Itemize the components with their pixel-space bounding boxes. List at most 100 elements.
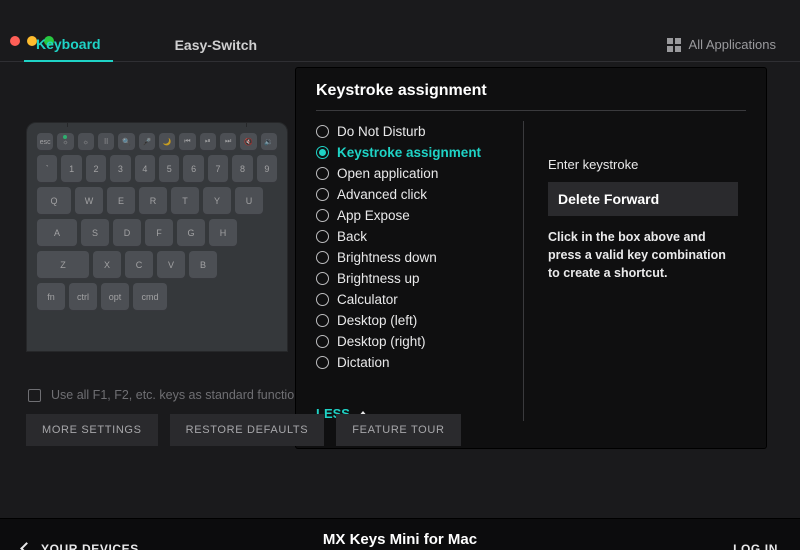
your-devices-label: YOUR DEVICES bbox=[41, 542, 139, 550]
key: 3 bbox=[110, 155, 130, 183]
assignment-option-label: Brightness up bbox=[337, 271, 420, 286]
assignment-option-label: Advanced click bbox=[337, 187, 427, 202]
panel-title: Keystroke assignment bbox=[316, 82, 746, 111]
key: F bbox=[145, 219, 173, 247]
key: G bbox=[177, 219, 205, 247]
radio-icon bbox=[316, 356, 329, 369]
key: H bbox=[209, 219, 237, 247]
key: ⏯ bbox=[200, 133, 216, 151]
radio-icon bbox=[316, 314, 329, 327]
key: 1 bbox=[61, 155, 81, 183]
key: W bbox=[75, 187, 103, 215]
your-devices-button[interactable]: YOUR DEVICES bbox=[22, 542, 139, 550]
keyboard-illustration: esc☼☼⠿🔍🎤🌙⏮⏯⏭🔇🔉 `123456789 QWERTYU ASDFGH… bbox=[26, 122, 288, 352]
key: ☼ bbox=[78, 133, 94, 151]
more-settings-button[interactable]: MORE SETTINGS bbox=[26, 414, 158, 446]
key: ` bbox=[37, 155, 57, 183]
key: U bbox=[235, 187, 263, 215]
key: 🔉 bbox=[261, 133, 277, 151]
device-name: MX Keys Mini for Mac bbox=[323, 531, 477, 548]
assignment-option[interactable]: Do Not Disturb bbox=[316, 121, 515, 142]
key: B bbox=[189, 251, 217, 279]
key: ⏮ bbox=[179, 133, 195, 151]
assignment-option-label: Open application bbox=[337, 166, 438, 181]
key: 🔇 bbox=[240, 133, 256, 151]
device-info: MX Keys Mini for Mac bbox=[323, 531, 477, 550]
all-applications-button[interactable]: All Applications bbox=[667, 37, 776, 52]
assignment-option-label: Dictation bbox=[337, 355, 390, 370]
radio-icon bbox=[316, 146, 329, 159]
key: 4 bbox=[135, 155, 155, 183]
key: 7 bbox=[208, 155, 228, 183]
key: ⠿ bbox=[98, 133, 114, 151]
key: 🌙 bbox=[159, 133, 175, 151]
enter-keystroke-label: Enter keystroke bbox=[548, 157, 738, 172]
key: D bbox=[113, 219, 141, 247]
assignment-option[interactable]: Advanced click bbox=[316, 184, 515, 205]
assignment-option[interactable]: Brightness down bbox=[316, 247, 515, 268]
radio-icon bbox=[316, 209, 329, 222]
keystroke-assignment-panel: Keystroke assignment Do Not Disturb Keyst… bbox=[296, 68, 766, 448]
assignment-option[interactable]: Calculator bbox=[316, 289, 515, 310]
key: T bbox=[171, 187, 199, 215]
login-button[interactable]: LOG IN bbox=[733, 542, 778, 550]
key: Y bbox=[203, 187, 231, 215]
assignment-option[interactable]: Desktop (right) bbox=[316, 331, 515, 352]
key: esc bbox=[37, 133, 53, 151]
chevron-left-icon bbox=[20, 542, 33, 550]
radio-icon bbox=[316, 125, 329, 138]
assignment-option-label: Desktop (left) bbox=[337, 313, 417, 328]
assignment-options: Do Not Disturb Keystroke assignment Open a… bbox=[316, 121, 524, 421]
tab-easy-switch[interactable]: Easy-Switch bbox=[163, 28, 269, 61]
key: 🔍 bbox=[118, 133, 134, 151]
key: 6 bbox=[183, 155, 203, 183]
key: Z bbox=[37, 251, 89, 279]
key: E bbox=[107, 187, 135, 215]
grid-icon bbox=[667, 38, 681, 52]
key: A bbox=[37, 219, 77, 247]
radio-icon bbox=[316, 188, 329, 201]
keystroke-input[interactable]: Delete Forward bbox=[548, 182, 738, 216]
key: cmd bbox=[133, 283, 167, 311]
key: ⏭ bbox=[220, 133, 236, 151]
assignment-option[interactable]: Back bbox=[316, 226, 515, 247]
assignment-option-label: Calculator bbox=[337, 292, 398, 307]
key: 9 bbox=[257, 155, 277, 183]
key: R bbox=[139, 187, 167, 215]
assignment-option-label: Desktop (right) bbox=[337, 334, 426, 349]
radio-icon bbox=[316, 167, 329, 180]
feature-tour-button[interactable]: FEATURE TOUR bbox=[336, 414, 460, 446]
assignment-option[interactable]: Open application bbox=[316, 163, 515, 184]
assignment-option[interactable]: Desktop (left) bbox=[316, 310, 515, 331]
key: Q bbox=[37, 187, 71, 215]
assignment-option-label: Back bbox=[337, 229, 367, 244]
radio-icon bbox=[316, 293, 329, 306]
restore-defaults-button[interactable]: RESTORE DEFAULTS bbox=[170, 414, 325, 446]
key: 8 bbox=[232, 155, 252, 183]
standard-fn-checkbox-row[interactable]: Use all F1, F2, etc. keys as standard fu… bbox=[28, 388, 294, 402]
assignment-option-label: Brightness down bbox=[337, 250, 437, 265]
checkbox-icon[interactable] bbox=[28, 389, 41, 402]
key: S bbox=[81, 219, 109, 247]
assignment-option[interactable]: App Expose bbox=[316, 205, 515, 226]
assignment-option[interactable]: Keystroke assignment bbox=[316, 142, 515, 163]
key: fn bbox=[37, 283, 65, 311]
assignment-option[interactable]: Brightness up bbox=[316, 268, 515, 289]
key: 🎤 bbox=[139, 133, 155, 151]
tab-keyboard[interactable]: Keyboard bbox=[24, 29, 113, 62]
key: 2 bbox=[86, 155, 106, 183]
radio-icon bbox=[316, 251, 329, 264]
radio-icon bbox=[316, 230, 329, 243]
radio-icon bbox=[316, 272, 329, 285]
key: opt bbox=[101, 283, 129, 311]
assignment-option[interactable]: Dictation bbox=[316, 352, 515, 373]
assignment-option-label: Do Not Disturb bbox=[337, 124, 426, 139]
key: X bbox=[93, 251, 121, 279]
radio-icon bbox=[316, 335, 329, 348]
all-applications-label: All Applications bbox=[689, 37, 776, 52]
assignment-option-label: Keystroke assignment bbox=[337, 145, 481, 160]
key: 5 bbox=[159, 155, 179, 183]
key: ☼ bbox=[57, 133, 73, 151]
key: ctrl bbox=[69, 283, 97, 311]
keystroke-hint: Click in the box above and press a valid… bbox=[548, 228, 738, 282]
